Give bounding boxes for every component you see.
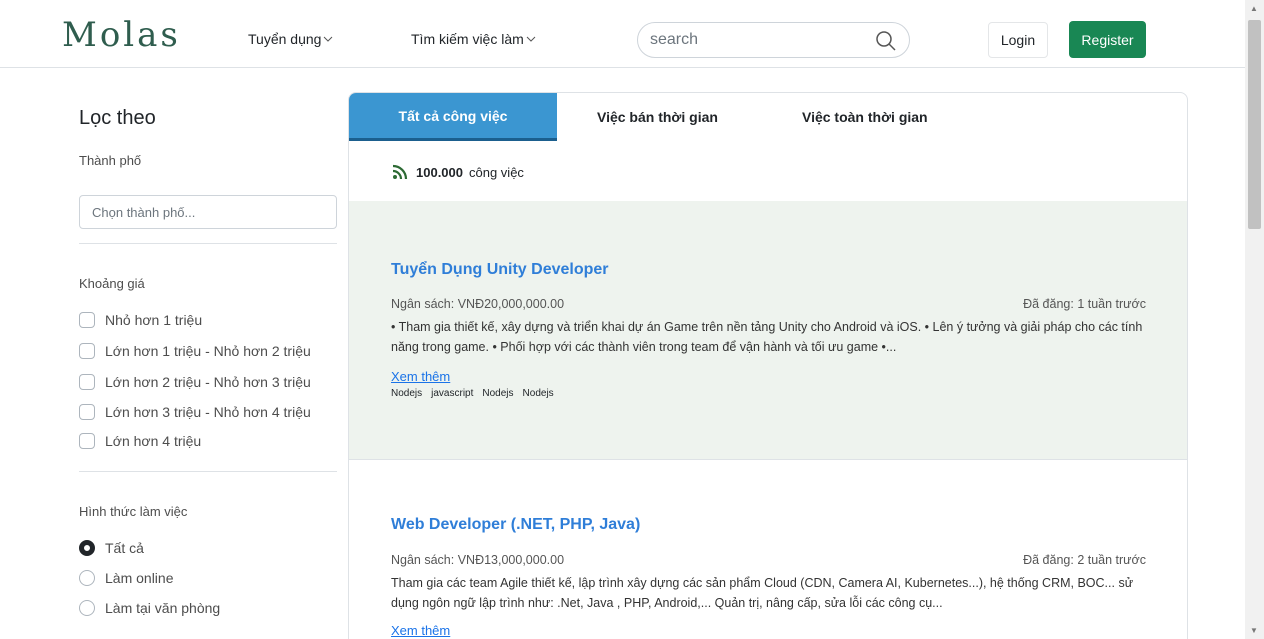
page-scrollbar[interactable]: ▲ ▼ xyxy=(1245,0,1264,639)
divider xyxy=(79,243,337,244)
scroll-up-arrow-icon[interactable]: ▲ xyxy=(1250,4,1258,13)
radio[interactable] xyxy=(79,570,95,586)
price-option-label: Lớn hơn 1 triệu - Nhỏ hơn 2 triệu xyxy=(105,343,311,359)
job-budget: Ngân sách: VNĐ20,000,000.00 xyxy=(391,297,565,311)
job-posted-time: Đã đăng: 2 tuần trước xyxy=(1023,553,1146,567)
price-label: Khoảng giá xyxy=(79,276,145,291)
radio-selected[interactable] xyxy=(79,540,95,556)
checkbox[interactable] xyxy=(79,433,95,449)
work-type-label: Hình thức làm việc xyxy=(79,504,188,519)
price-option[interactable]: Lớn hơn 4 triệu xyxy=(79,433,201,449)
tab-part-time[interactable]: Việc bán thời gian xyxy=(597,93,718,141)
job-tags: Nodejs javascript Nodejs Nodejs xyxy=(391,388,554,399)
nav-label: Tuyển dụng xyxy=(248,31,322,47)
nav-tuyen-dung[interactable]: Tuyển dụng xyxy=(248,31,333,47)
divider xyxy=(79,471,337,472)
work-option-label: Làm tại văn phòng xyxy=(105,600,221,616)
radio[interactable] xyxy=(79,600,95,616)
scroll-down-arrow-icon[interactable]: ▼ xyxy=(1250,626,1258,635)
job-posted-time: Đã đăng: 1 tuần trước xyxy=(1023,297,1146,311)
chevron-down-icon xyxy=(324,36,333,42)
see-more-link[interactable]: Xem thêm xyxy=(391,369,450,384)
job-count-number: 100.000 xyxy=(416,164,463,180)
chevron-down-icon xyxy=(526,36,536,42)
tag[interactable]: javascript xyxy=(431,388,473,399)
tag[interactable]: Nodejs xyxy=(482,388,513,399)
checkbox[interactable] xyxy=(79,343,95,359)
scroll-thumb[interactable] xyxy=(1248,20,1261,229)
job-list-panel: Tất cả công việc Việc bán thời gian Việc… xyxy=(348,92,1188,639)
price-option[interactable]: Lớn hơn 1 triệu - Nhỏ hơn 2 triệu xyxy=(79,343,311,359)
checkbox[interactable] xyxy=(79,374,95,390)
job-card[interactable]: Web Developer (.NET, PHP, Java) Ngân sác… xyxy=(349,460,1187,639)
job-title[interactable]: Tuyển Dụng Unity Developer xyxy=(391,261,609,279)
work-option-label: Làm online xyxy=(105,570,174,586)
search-box xyxy=(637,22,910,58)
city-input[interactable] xyxy=(79,195,337,229)
work-option-all[interactable]: Tất cả xyxy=(79,540,144,556)
price-option-label: Lớn hơn 4 triệu xyxy=(105,433,202,449)
work-option-label: Tất cả xyxy=(105,540,144,556)
login-button[interactable]: Login xyxy=(988,22,1048,58)
price-option-label: Nhỏ hơn 1 triệu xyxy=(105,312,203,328)
work-option-online[interactable]: Làm online xyxy=(79,570,174,586)
price-option-label: Lớn hơn 3 triệu - Nhỏ hơn 4 triệu xyxy=(105,404,311,420)
checkbox[interactable] xyxy=(79,404,95,420)
price-option-label: Lớn hơn 2 triệu - Nhỏ hơn 3 triệu xyxy=(105,374,311,390)
tab-full-time[interactable]: Việc toàn thời gian xyxy=(802,93,928,141)
register-button[interactable]: Register xyxy=(1069,21,1146,58)
tag[interactable]: Nodejs xyxy=(391,388,422,399)
city-label: Thành phố xyxy=(79,153,142,168)
job-budget: Ngân sách: VNĐ13,000,000.00 xyxy=(391,553,565,567)
nav-label: Tìm kiếm việc làm xyxy=(411,31,524,47)
logo[interactable]: Molas xyxy=(62,18,181,52)
price-option[interactable]: Nhỏ hơn 1 triệu xyxy=(79,312,202,328)
search-input[interactable] xyxy=(650,31,870,49)
price-option[interactable]: Lớn hơn 3 triệu - Nhỏ hơn 4 triệu xyxy=(79,404,311,420)
nav-tim-kiem[interactable]: Tìm kiếm việc làm xyxy=(411,31,536,47)
job-description: Tham gia các team Agile thiết kế, lập tr… xyxy=(391,576,1134,610)
tag[interactable]: Nodejs xyxy=(523,388,554,399)
job-count: 100.000 công việc xyxy=(392,164,524,180)
work-option-office[interactable]: Làm tại văn phòng xyxy=(79,600,220,616)
job-card[interactable]: Tuyển Dụng Unity Developer Ngân sách: VN… xyxy=(349,201,1187,459)
tab-all-jobs[interactable]: Tất cả công việc xyxy=(349,93,557,141)
rss-icon xyxy=(392,164,408,180)
filter-title: Lọc theo xyxy=(79,107,156,129)
see-more-link[interactable]: Xem thêm xyxy=(391,623,450,638)
top-navbar: Molas Tuyển dụng Tìm kiếm việc làm Login… xyxy=(0,0,1245,68)
job-description: • Tham gia thiết kế, xây dựng và triển k… xyxy=(391,320,1143,354)
checkbox[interactable] xyxy=(79,312,95,328)
job-count-suffix: công việc xyxy=(469,164,524,180)
price-option[interactable]: Lớn hơn 2 triệu - Nhỏ hơn 3 triệu xyxy=(79,374,311,390)
search-icon[interactable] xyxy=(875,30,897,52)
job-title[interactable]: Web Developer (.NET, PHP, Java) xyxy=(391,516,640,534)
